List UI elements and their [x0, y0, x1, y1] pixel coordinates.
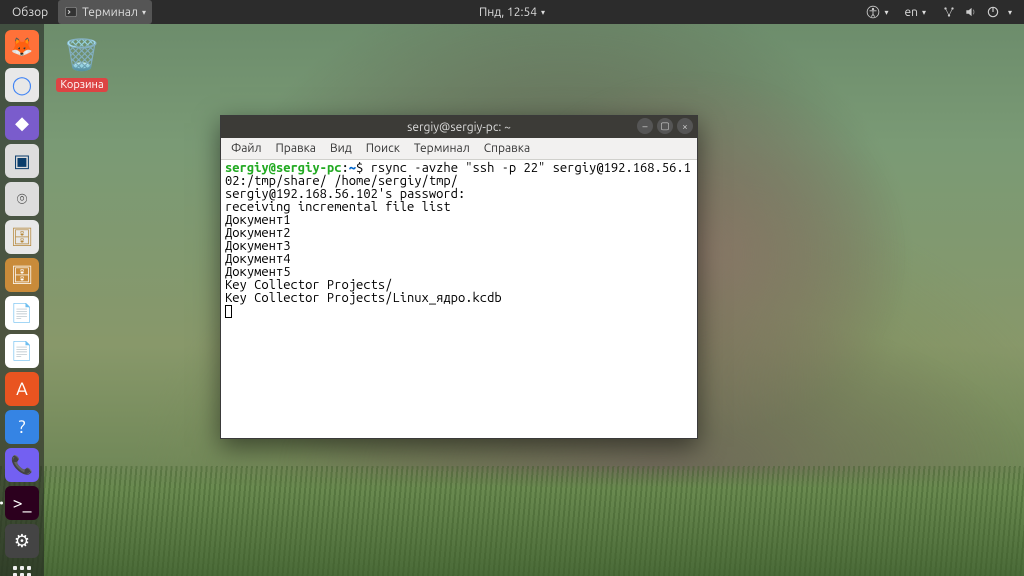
desktop-trash[interactable]: 🗑️ Корзина	[52, 34, 112, 92]
chevron-down-icon: ▾	[142, 8, 146, 17]
chevron-down-icon: ▾	[541, 8, 545, 17]
app-menu-label: Терминал	[82, 6, 138, 19]
window-maximize-button[interactable]: ▢	[657, 118, 673, 134]
terminal-output-line: Документ4	[225, 253, 693, 266]
chevron-down-icon: ▾	[922, 8, 926, 17]
top-bar: Обзор Терминал ▾ Пнд, 12:54 ▾ ▾ en ▾ ▾	[0, 0, 1024, 24]
dock-archive[interactable]: 🗄	[5, 258, 39, 292]
dock-virtualbox[interactable]: ▣	[5, 144, 39, 178]
show-applications-button[interactable]	[5, 566, 39, 576]
prompt-path: ~	[349, 161, 356, 175]
accessibility-menu[interactable]: ▾	[860, 0, 894, 24]
window-close-button[interactable]: ×	[677, 118, 693, 134]
terminal-output-line: receiving incremental file list	[225, 201, 693, 214]
system-menu[interactable]: ▾	[936, 0, 1018, 24]
terminal-menu-правка[interactable]: Правка	[270, 140, 322, 157]
clock[interactable]: Пнд, 12:54 ▾	[473, 0, 551, 24]
trash-icon: 🗑️	[61, 34, 103, 76]
terminal-window: sergiy@sergiy-pc: ~ – ▢ × ФайлПравкаВидП…	[220, 115, 698, 439]
terminal-output-line: Документ2	[225, 227, 693, 240]
dock-files[interactable]: 🗄	[5, 220, 39, 254]
terminal-menu-терминал[interactable]: Терминал	[408, 140, 476, 157]
prompt-user: sergiy@sergiy-pc	[225, 161, 341, 175]
app-menu[interactable]: Терминал ▾	[58, 0, 152, 24]
keyboard-layout[interactable]: en ▾	[898, 0, 932, 24]
terminal-menu-справка[interactable]: Справка	[478, 140, 536, 157]
wallpaper-grass	[0, 466, 1024, 576]
terminal-titlebar[interactable]: sergiy@sergiy-pc: ~ – ▢ ×	[221, 116, 697, 138]
clock-label: Пнд, 12:54	[479, 6, 537, 19]
terminal-output-line: Key Collector Projects/Linux_ядро.kcdb	[225, 292, 693, 305]
terminal-title: sergiy@sergiy-pc: ~	[407, 121, 511, 134]
terminal-cursor	[225, 305, 232, 318]
terminal-menu-поиск[interactable]: Поиск	[360, 140, 406, 157]
keyboard-layout-label: en	[904, 6, 917, 19]
dock-writer[interactable]: 📄	[5, 296, 39, 330]
terminal-icon	[64, 5, 78, 19]
dock-firefox[interactable]: 🦊	[5, 30, 39, 64]
desktop-trash-label: Корзина	[56, 78, 107, 92]
terminal-menu-файл[interactable]: Файл	[225, 140, 268, 157]
dock-software[interactable]: A	[5, 372, 39, 406]
power-icon	[986, 5, 1000, 19]
dock: 🦊 ◯ ◆ ▣ ⌾ 🗄 🗄 📄 📄 A? 📞 >_ ⚙	[0, 24, 44, 576]
dock-chromium[interactable]: ◯	[5, 68, 39, 102]
terminal-output-line: Документ3	[225, 240, 693, 253]
volume-icon	[964, 5, 978, 19]
terminal-menu-вид[interactable]: Вид	[324, 140, 358, 157]
dock-impress[interactable]: 📄	[5, 334, 39, 368]
window-minimize-button[interactable]: –	[637, 118, 653, 134]
dock-viber[interactable]: 📞	[5, 448, 39, 482]
dock-help[interactable]: ?	[5, 410, 39, 444]
dock-disks[interactable]: ⌾	[5, 182, 39, 216]
dock-gnome-app[interactable]: ◆	[5, 106, 39, 140]
chevron-down-icon: ▾	[1008, 8, 1012, 17]
terminal-body[interactable]: sergiy@sergiy-pc:~$ rsync -avzhe "ssh -p…	[221, 160, 697, 438]
activities-label: Обзор	[12, 6, 48, 19]
network-icon	[942, 5, 956, 19]
terminal-menubar: ФайлПравкаВидПоискТерминалСправка	[221, 138, 697, 160]
accessibility-icon	[866, 5, 880, 19]
dock-terminal[interactable]: >_	[5, 486, 39, 520]
dock-settings[interactable]: ⚙	[5, 524, 39, 558]
chevron-down-icon: ▾	[884, 8, 888, 17]
activities-button[interactable]: Обзор	[6, 0, 54, 24]
terminal-output-line: Документ1	[225, 214, 693, 227]
